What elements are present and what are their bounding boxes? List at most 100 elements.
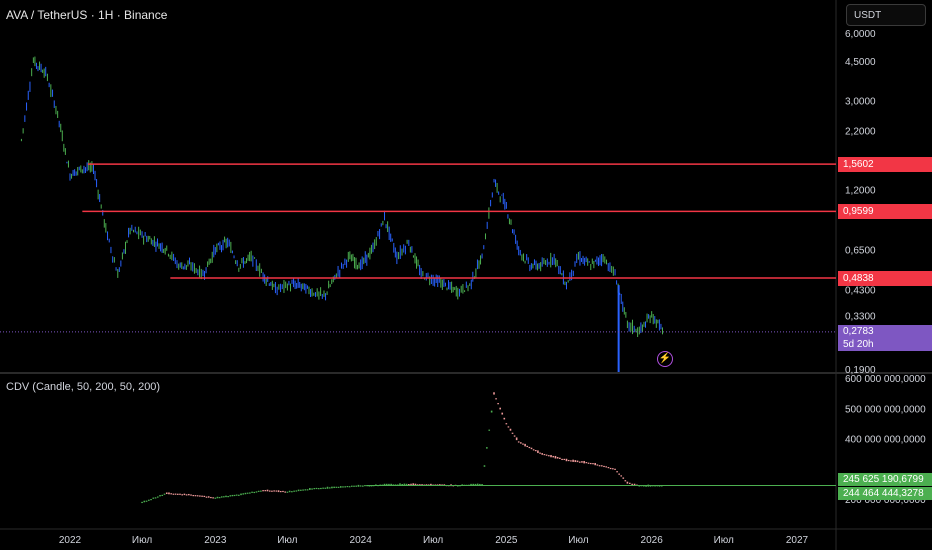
cdv-candle [355,485,358,487]
cdv-candle [633,483,636,486]
time-tick-label: 2027 [786,535,809,546]
cdv-candle [246,492,249,494]
cdv-candle [552,455,555,458]
cdv-candle [194,495,197,497]
cdv-candle [190,494,192,496]
cdv-candle [328,487,331,489]
cdv-candle [255,491,258,493]
cdv-candle [589,462,592,465]
cdv-candle [326,486,329,489]
cdv-candle [556,456,559,459]
cdv-candle [297,489,300,492]
cdv-candle [271,490,273,492]
cdv-candle [495,398,497,400]
price-tick-label: 3,0000 [845,96,876,107]
cdv-candle [543,453,546,456]
cdv-candle [154,497,157,499]
cdv-candle [344,486,346,488]
cdv-candle [410,483,412,485]
cdv-candle [188,493,190,496]
cdv-candle [257,490,260,492]
cdv-candle [176,493,179,495]
cdv-candle [205,496,208,498]
cdv-candle [249,492,251,494]
symbol-title: AVA / TetherUS · 1H · Binance [6,8,168,22]
indicator-title: CDV (Candle, 50, 200, 50, 200) [6,381,161,393]
cdv-candle [311,488,313,490]
cdv-candle [631,483,633,485]
cdv-candle [284,491,286,493]
cdv-candle [526,445,529,448]
cdv-candle [357,484,360,487]
cdv-candle [201,495,203,497]
cdv-candle [225,495,227,498]
cdv-candle [214,497,217,499]
cdv-candle [490,410,493,413]
cdv-candle [163,493,166,495]
cdv-candle [244,492,247,495]
price-tick-label: 4,5000 [845,57,876,68]
chart-canvas[interactable]: 6,0000 4,5000 3,0000 2,2000 1,2000 0,6500 0,43… [0,0,932,550]
cdv-candle [541,453,543,455]
cdv-candle [266,489,269,492]
cdv-candle [598,465,601,467]
cdv-candle [273,490,275,492]
cdv-candle [614,468,616,470]
price-tick-label: 1,2000 [845,186,876,197]
cdv-candle [534,450,537,452]
cdv-candle [622,477,625,479]
time-tick-label: 2022 [59,535,82,546]
time-tick-label: Июл [132,535,152,546]
cdv-candle [262,490,264,492]
cdv-candle [212,497,214,499]
cdv-candle [279,490,282,493]
level-price-label: 0,4838 [838,271,932,287]
cdv-candle [286,491,289,493]
cdv-candle [554,455,557,459]
cdv-candle [403,483,406,485]
price-tick-label: 2,2000 [845,127,876,138]
cdv-candle [618,473,620,475]
cdv-candle [364,484,366,487]
cdv-candle [515,437,518,441]
cdv-candle [548,455,550,457]
cdv-candle [147,499,150,501]
cdv-candle [620,475,623,477]
cdv-candle [513,435,516,437]
cdv-candle [320,487,322,490]
cdv-candle [313,488,316,490]
cdv-candle [563,458,566,461]
cdv-candle [218,497,221,499]
cdv-candle [592,463,594,465]
cdv-level-label: 244 464 444,3278 [838,486,932,500]
cdv-candle [574,460,577,463]
cdv-candle [348,486,351,488]
price-tick-label: 0,6500 [845,245,876,256]
cdv-candle [507,426,510,428]
cdv-candle [572,459,574,462]
cdv-candle [570,460,572,462]
cdv-candle [220,496,223,498]
cdv-candle [183,493,186,496]
cdv-candle [601,465,603,467]
cdv-candle [401,483,403,486]
cdv-candle [522,443,524,445]
cdv-candle [199,495,201,497]
cdv-candle [587,462,590,464]
cdv-candle [306,489,309,491]
cdv-candle [170,493,172,495]
cdv-candle [628,482,631,484]
cdv-candle [362,485,364,487]
cdv-candle [253,491,256,494]
time-tick-label: Июл [423,535,443,546]
cdv-candle [483,465,486,467]
cdv-candle [264,490,267,492]
lightning-icon[interactable]: ⚡ [657,351,673,367]
cdv-candle [583,460,585,464]
currency-button[interactable]: USDT [846,4,926,26]
cdv-candle [174,493,177,495]
cdv-candle [152,497,155,499]
cdv-candle [181,494,184,496]
cdv-candle [537,450,539,454]
cdv-candle [268,490,271,492]
